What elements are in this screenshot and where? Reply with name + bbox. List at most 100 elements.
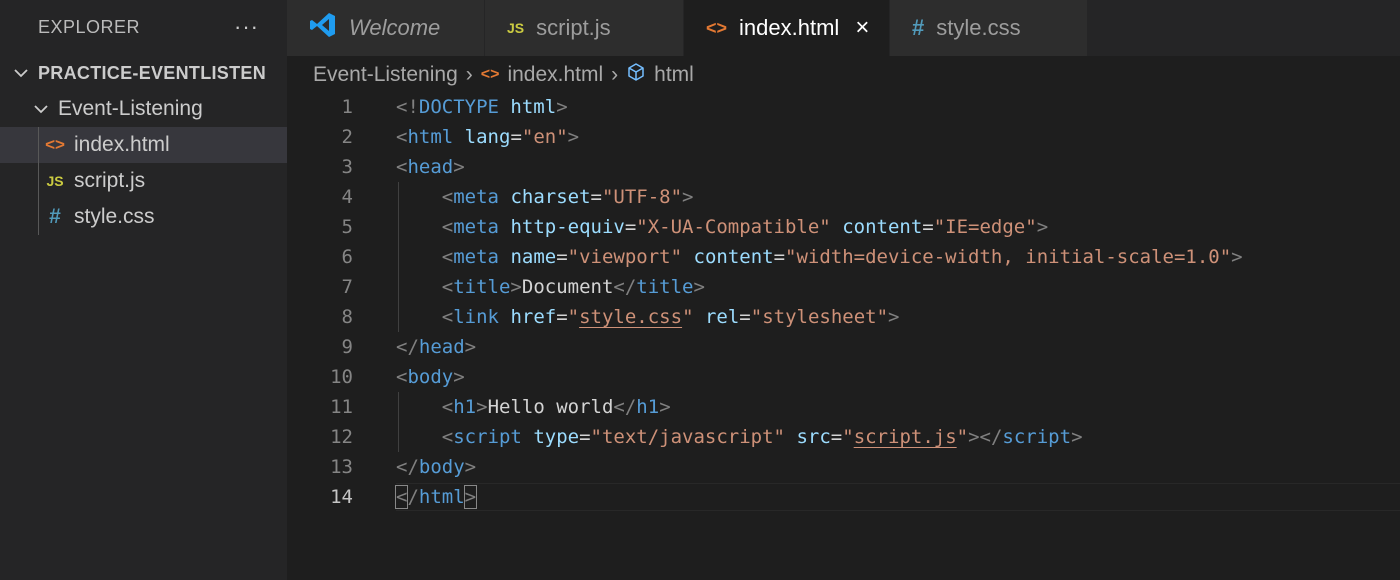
file-link[interactable]: script.js (854, 426, 957, 448)
token: < (396, 366, 408, 388)
token: > (556, 96, 568, 118)
token: " (682, 306, 694, 328)
more-actions-icon[interactable]: ··· (234, 14, 259, 40)
token: > (510, 276, 522, 298)
code-line: 7 <title>Document</title> (287, 272, 1400, 302)
token: "IE=edge" (933, 216, 1037, 238)
token: > (1071, 426, 1083, 448)
file-item-script-js[interactable]: JS script.js (0, 163, 287, 199)
line-code: </head> (396, 336, 476, 358)
line-code: </body> (396, 456, 476, 478)
breadcrumb-folder[interactable]: Event-Listening (313, 63, 458, 87)
code-line-current: 14 </html> (287, 482, 1400, 512)
tab-bar: Welcome JS script.js <> index.html × # s… (287, 0, 1400, 56)
line-number: 1 (341, 96, 353, 118)
line-code: <html lang="en"> (396, 126, 579, 148)
indent-guide (38, 199, 39, 235)
explorer-title: EXPLORER (38, 16, 141, 37)
file-item-index-html[interactable]: <> index.html (0, 127, 287, 163)
token: > (464, 336, 477, 358)
token: = (739, 306, 751, 328)
breadcrumb: Event-Listening › <> index.html › html (313, 58, 694, 92)
token: Hello world (487, 396, 614, 418)
token: name (510, 246, 557, 268)
token: html (510, 96, 557, 118)
line-code: <meta http-equiv="X-UA-Compatible" conte… (396, 216, 1048, 238)
token: < (441, 306, 454, 328)
token: body (407, 366, 454, 388)
bracket-match: < (394, 485, 409, 509)
html-icon: <> (45, 135, 65, 154)
tab-script-js[interactable]: JS script.js (485, 0, 684, 56)
token: body (418, 456, 465, 478)
token: </ (396, 456, 419, 478)
html-icon: <> (706, 17, 728, 38)
token: / (407, 486, 419, 508)
token: DOCTYPE (418, 96, 499, 118)
symbol-cube-icon (626, 62, 646, 88)
tab-style-css[interactable]: # style.css (890, 0, 1088, 56)
token: > (682, 186, 694, 208)
line-code: </html> (394, 485, 478, 509)
token: link (453, 306, 499, 328)
line-number: 6 (341, 246, 353, 268)
token: = (830, 426, 843, 448)
token: = (510, 126, 522, 148)
line-code: <script type="text/javascript" src="scri… (396, 426, 1083, 448)
breadcrumb-symbol[interactable]: html (654, 63, 694, 87)
token: meta (453, 246, 499, 268)
token: > (1036, 216, 1049, 238)
token: = (590, 186, 602, 208)
indent-guide (38, 127, 39, 163)
tab-welcome[interactable]: Welcome (287, 0, 485, 56)
token: > (1231, 246, 1243, 268)
tab-index-html[interactable]: <> index.html × (684, 0, 890, 56)
line-code: <!DOCTYPE html> (396, 96, 568, 118)
token: = (773, 246, 786, 268)
token: type (533, 426, 580, 448)
tab-label: index.html (739, 15, 840, 40)
code-editor[interactable]: 1 <!DOCTYPE html> 2 <html lang="en"> 3 <… (287, 92, 1400, 580)
code-line: 9 </head> (287, 332, 1400, 362)
css-icon: # (912, 15, 925, 40)
line-number: 2 (341, 126, 353, 148)
folder-event-listening[interactable]: Event-Listening (0, 91, 287, 127)
file-label: script.js (74, 169, 146, 192)
token: "X-UA-Compatible" (636, 216, 831, 238)
line-code: <h1>Hello world</h1> (396, 396, 671, 418)
chevron-right-icon: › (465, 63, 473, 86)
token: http-equiv (510, 216, 625, 238)
line-number: 12 (330, 426, 353, 448)
code-line: 5 <meta http-equiv="X-UA-Compatible" con… (287, 212, 1400, 242)
project-root[interactable]: PRACTICE-EVENTLISTEN (0, 55, 287, 91)
current-line-highlight (396, 483, 1400, 511)
token: " (842, 426, 854, 448)
line-number: 9 (341, 336, 353, 358)
token: < (441, 246, 454, 268)
tab-label: script.js (536, 15, 611, 40)
file-link[interactable]: style.css (579, 306, 682, 328)
bracket-match: > (463, 485, 478, 509)
tab-label: style.css (936, 15, 1021, 40)
token: charset (510, 186, 591, 208)
breadcrumb-file[interactable]: index.html (507, 63, 603, 87)
indent-guide (38, 163, 39, 199)
file-item-style-css[interactable]: # style.css (0, 199, 287, 235)
code-line: 6 <meta name="viewport" content="width=d… (287, 242, 1400, 272)
close-icon[interactable]: × (855, 14, 869, 42)
code-line: 8 <link href="style.css" rel="stylesheet… (287, 302, 1400, 332)
token: = (922, 216, 934, 238)
line-code: <head> (396, 156, 465, 178)
token: content (842, 216, 923, 238)
token: < (441, 216, 454, 238)
html-icon: <> (480, 66, 500, 83)
token: = (556, 306, 568, 328)
code-line: 12 <script type="text/javascript" src="s… (287, 422, 1400, 452)
